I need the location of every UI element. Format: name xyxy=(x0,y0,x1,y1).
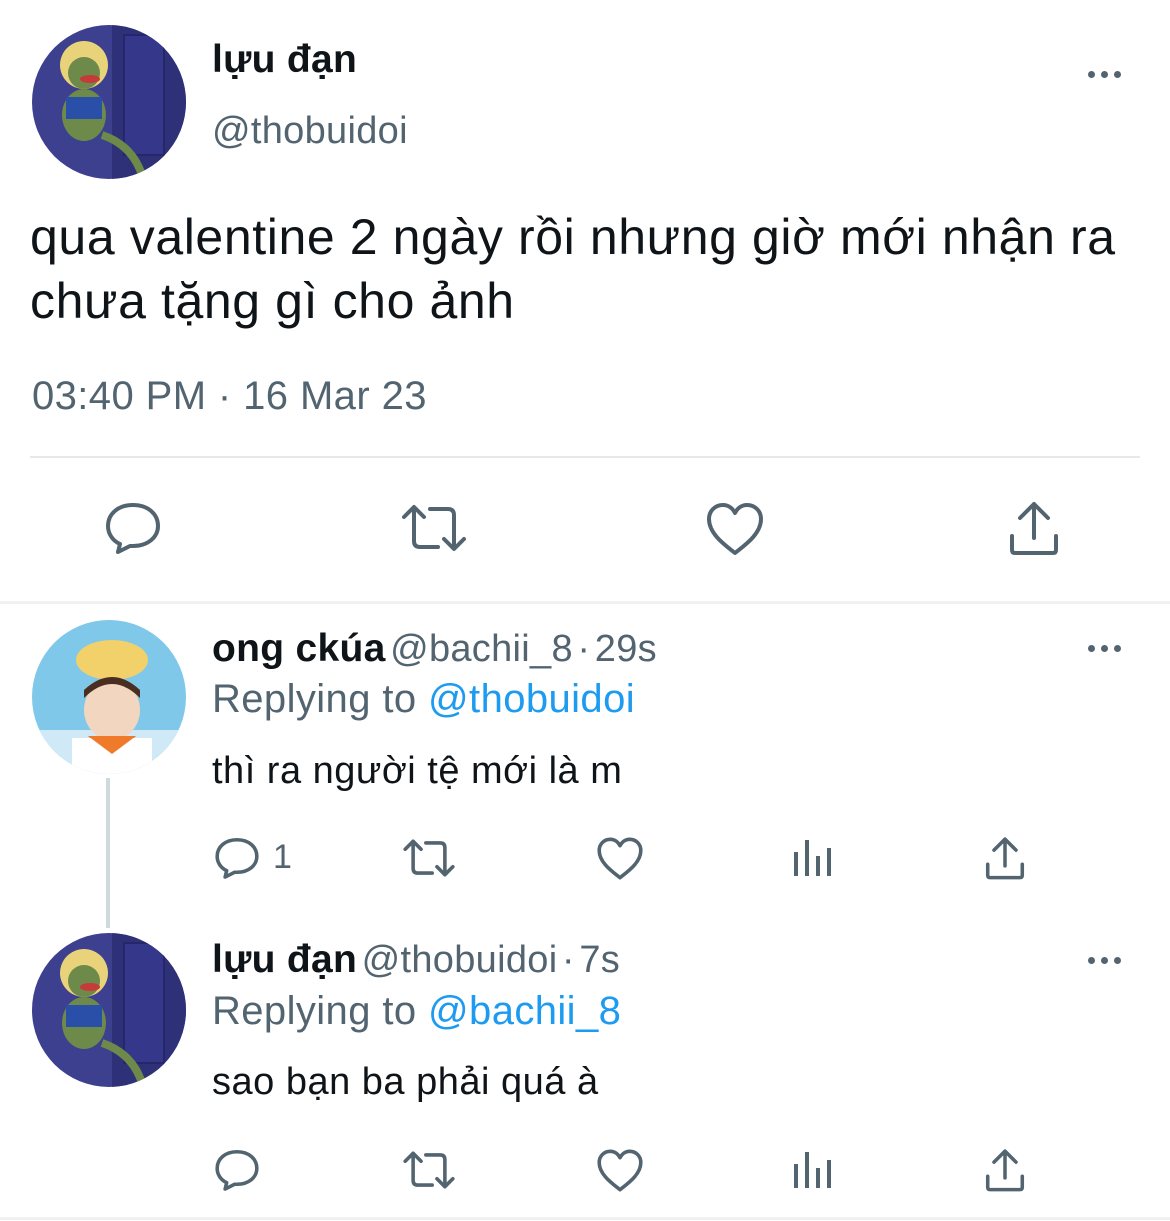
section-divider xyxy=(0,601,1170,604)
separator-dot: · xyxy=(577,628,591,670)
more-options-icon[interactable] xyxy=(1088,957,1121,964)
like-icon[interactable] xyxy=(596,836,644,881)
reply-icon[interactable] xyxy=(214,1148,260,1192)
share-icon[interactable] xyxy=(1006,498,1062,558)
replying-to-label: Replying to xyxy=(212,677,417,721)
replying-to-label: Replying to xyxy=(212,989,417,1033)
author-handle[interactable]: @thobuidoi xyxy=(212,110,408,153)
like-icon[interactable] xyxy=(705,501,765,557)
thread-connector-line xyxy=(106,778,110,928)
views-icon[interactable] xyxy=(792,838,834,878)
replying-to-mention[interactable]: @thobuidoi xyxy=(428,677,635,721)
reply-author-avatar[interactable] xyxy=(32,620,186,774)
divider xyxy=(30,456,1140,458)
separator-dot: · xyxy=(561,939,575,981)
share-icon[interactable] xyxy=(983,834,1027,882)
author-display-name[interactable]: lựu đạn xyxy=(212,38,357,82)
reply-author-handle[interactable]: @bachii_8 xyxy=(390,628,573,670)
bottom-divider xyxy=(0,1217,1170,1220)
more-options-icon[interactable] xyxy=(1088,645,1121,652)
reply-header: ong ckúa @bachii_8 · 29s xyxy=(212,627,657,671)
more-options-icon[interactable] xyxy=(1088,71,1121,78)
replying-to-mention[interactable]: @bachii_8 xyxy=(428,989,621,1033)
views-icon[interactable] xyxy=(792,1150,834,1190)
reply-icon[interactable] xyxy=(104,501,162,555)
tweet-timestamp[interactable]: 03:40 PM · 16 Mar 23 xyxy=(32,374,427,419)
reply-header: lựu đạn @thobuidoi · 7s xyxy=(212,938,620,982)
share-icon[interactable] xyxy=(983,1146,1027,1194)
author-avatar[interactable] xyxy=(32,25,186,179)
reply-author-handle[interactable]: @thobuidoi xyxy=(362,939,558,981)
reply-author-display-name[interactable]: lựu đạn xyxy=(212,938,357,981)
like-icon[interactable] xyxy=(596,1148,644,1193)
reply-time[interactable]: 29s xyxy=(595,628,657,670)
reply-time[interactable]: 7s xyxy=(579,939,620,981)
reply-author-avatar[interactable] xyxy=(32,933,186,1087)
reply-text: sao bạn ba phải quá à xyxy=(212,1061,599,1103)
reply-icon[interactable] xyxy=(214,836,260,880)
reply-author-display-name[interactable]: ong ckúa xyxy=(212,627,386,670)
tweet-text: qua valentine 2 ngày rồi nhưng giờ mới n… xyxy=(30,209,1116,329)
retweet-icon[interactable] xyxy=(400,501,468,555)
replying-to-line: Replying to @thobuidoi xyxy=(212,677,635,722)
reply-count: 1 xyxy=(273,838,292,876)
retweet-icon[interactable] xyxy=(402,1148,456,1192)
replying-to-line: Replying to @bachii_8 xyxy=(212,989,621,1034)
retweet-icon[interactable] xyxy=(402,836,456,880)
reply-text: thì ra người tệ mới là m xyxy=(212,750,623,792)
